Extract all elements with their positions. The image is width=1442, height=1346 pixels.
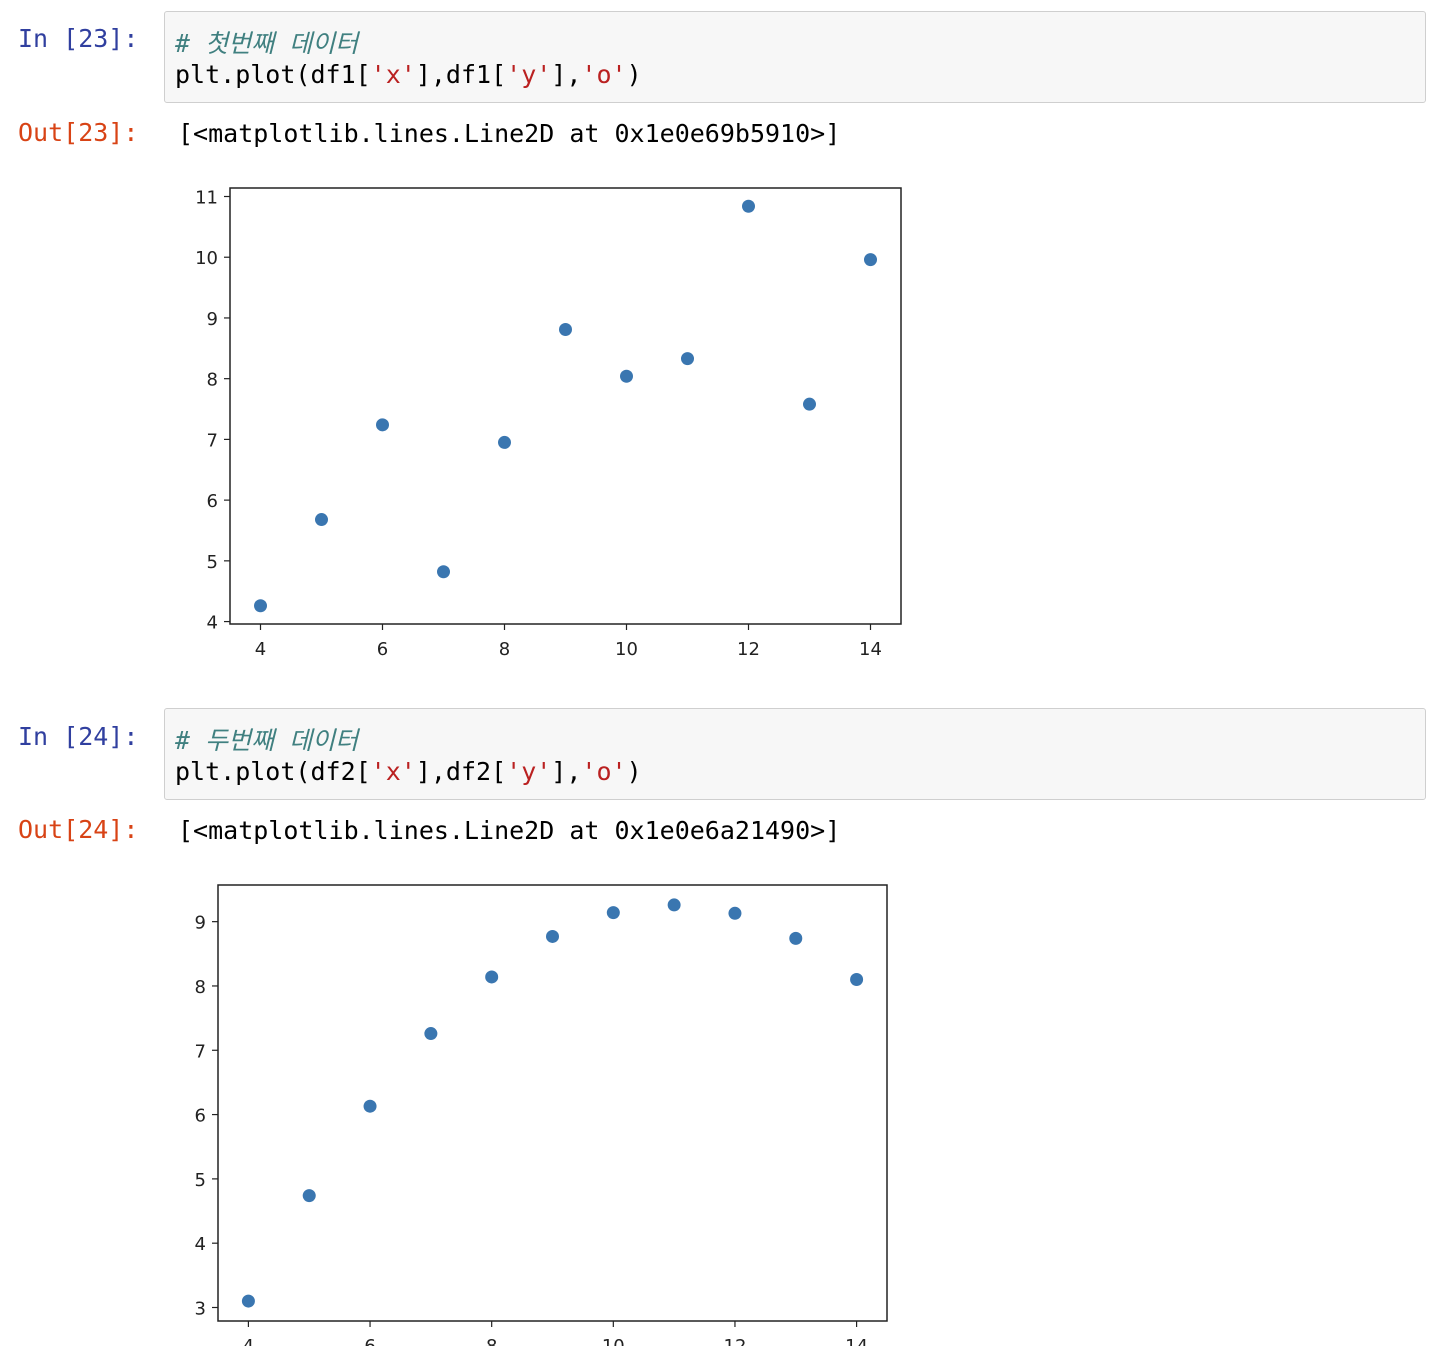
y-tick-label: 5 (195, 1170, 206, 1191)
plot-frame (217, 884, 888, 1322)
y-tick-label: 7 (195, 1041, 206, 1062)
y-tick-label: 9 (195, 913, 206, 934)
x-tick-label: 8 (486, 1336, 497, 1346)
x-tick-label: 4 (243, 1336, 254, 1346)
x-tick-label: 12 (724, 1336, 747, 1346)
y-tick-label: 3 (195, 1298, 206, 1319)
data-point (667, 898, 681, 912)
y-tick-label: 6 (195, 1106, 206, 1127)
x-tick-label: 10 (602, 1336, 625, 1346)
y-tick-label: 8 (195, 977, 206, 998)
data-point (424, 1027, 438, 1041)
x-tick-label: 14 (845, 1336, 868, 1346)
x-tick-label: 6 (364, 1336, 375, 1346)
data-point (606, 906, 620, 920)
data-point (363, 1099, 377, 1113)
data-point (789, 931, 803, 945)
data-point (850, 973, 864, 987)
data-point (546, 929, 559, 943)
data-point (485, 970, 499, 984)
y-tick-label: 4 (195, 1234, 206, 1255)
scatter-plot-2: 4 6 8 10 12 14 3 4 5 6 7 8 9 (195, 884, 888, 1346)
data-point (728, 906, 742, 920)
data-point (241, 1294, 255, 1308)
data-point (302, 1189, 316, 1203)
